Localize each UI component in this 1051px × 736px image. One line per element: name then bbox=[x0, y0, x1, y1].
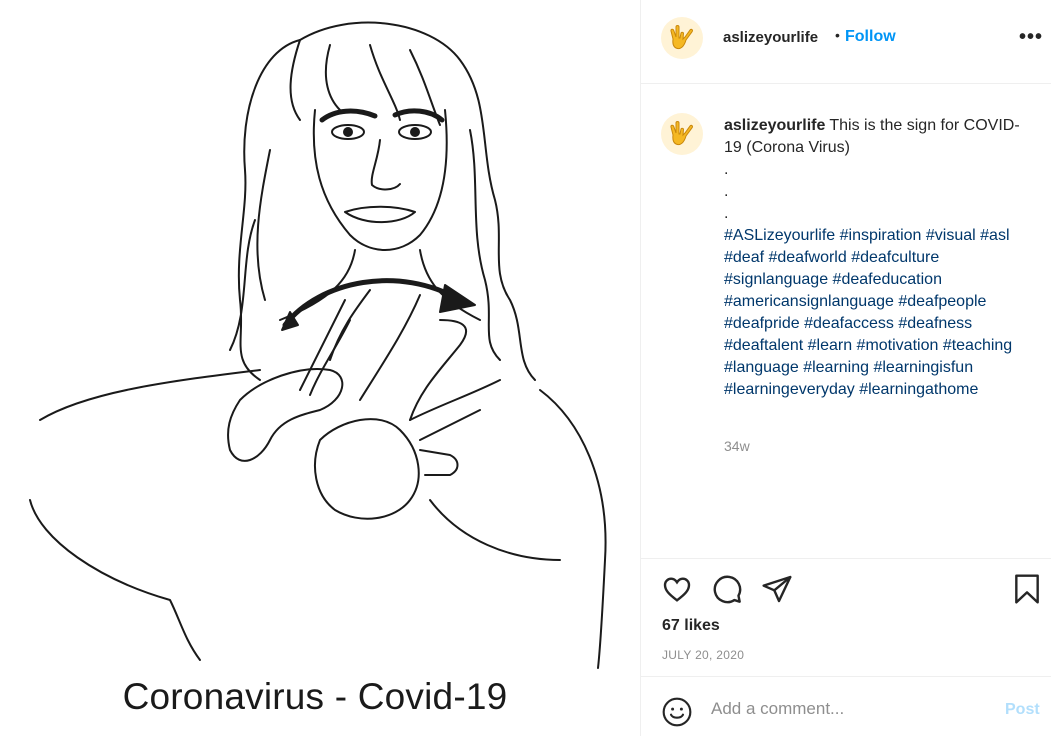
ily-hand-emoji-icon bbox=[670, 121, 693, 146]
sign-illustration bbox=[29, 21, 607, 669]
caption-dot: . bbox=[724, 183, 729, 200]
post-actions: 67 likes JULY 20, 2020 bbox=[641, 558, 1051, 676]
post-date[interactable]: JULY 20, 2020 bbox=[662, 648, 744, 662]
post-details-panel: aslizeyourlife • Follow ••• aslizeyourli… bbox=[640, 0, 1051, 736]
separator-dot: • bbox=[835, 27, 840, 43]
comment-icon[interactable] bbox=[711, 573, 743, 610]
hashtag-links[interactable]: #ASLizeyourlife #inspiration #visual #as… bbox=[724, 227, 1012, 398]
post-caption: aslizeyourlife This is the sign for COVID… bbox=[724, 115, 1034, 401]
post-author-username[interactable]: aslizeyourlife bbox=[723, 29, 818, 46]
caption-dots: . . . bbox=[724, 159, 1034, 225]
illustration-caption: Coronavirus - Covid-19 bbox=[122, 676, 508, 717]
comments-section: aslizeyourlife This is the sign for COVID… bbox=[641, 84, 1051, 558]
avatar[interactable] bbox=[661, 17, 703, 59]
share-icon[interactable] bbox=[761, 573, 793, 610]
more-options-icon[interactable]: ••• bbox=[1019, 26, 1043, 49]
add-comment-bar: Post bbox=[641, 676, 1051, 736]
comment-input[interactable] bbox=[711, 699, 991, 719]
caption-dot: . bbox=[724, 161, 729, 178]
like-count[interactable]: 67 likes bbox=[662, 617, 720, 635]
ily-hand-emoji-icon bbox=[670, 25, 693, 50]
post-comment-button[interactable]: Post bbox=[1005, 701, 1040, 719]
smiley-emoji-icon[interactable] bbox=[661, 696, 693, 733]
post-header: aslizeyourlife • Follow ••• bbox=[641, 0, 1051, 84]
heart-icon[interactable] bbox=[661, 573, 693, 610]
time-ago[interactable]: 34w bbox=[724, 438, 750, 454]
caption-username[interactable]: aslizeyourlife bbox=[724, 117, 825, 134]
caption-dot: . bbox=[724, 205, 729, 222]
caption-avatar[interactable] bbox=[661, 113, 703, 155]
bookmark-icon[interactable] bbox=[1011, 573, 1043, 610]
follow-button[interactable]: Follow bbox=[845, 28, 896, 46]
hashtags: #ASLizeyourlife #inspiration #visual #as… bbox=[724, 225, 1034, 401]
post-media[interactable]: Coronavirus - Covid-19 bbox=[0, 0, 640, 736]
